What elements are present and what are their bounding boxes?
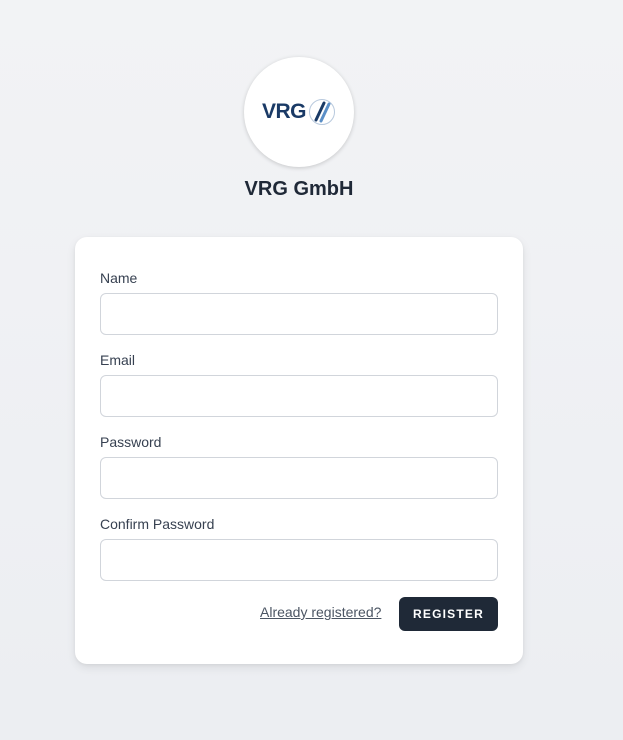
already-registered-link[interactable]: Already registered? bbox=[260, 604, 381, 620]
name-input[interactable] bbox=[100, 293, 498, 335]
email-input[interactable] bbox=[100, 375, 498, 417]
password-input[interactable] bbox=[100, 457, 498, 499]
confirm-password-input[interactable] bbox=[100, 539, 498, 581]
register-form: Name Email Password Confirm Password Alr… bbox=[75, 237, 523, 664]
register-button[interactable]: REGISTER bbox=[399, 597, 498, 631]
name-label: Name bbox=[100, 270, 138, 286]
logo-text: VRG bbox=[261, 100, 307, 123]
confirm-password-label: Confirm Password bbox=[100, 516, 215, 532]
password-label: Password bbox=[100, 434, 162, 450]
company-name: VRG GmbH bbox=[244, 178, 354, 200]
email-label: Email bbox=[100, 352, 136, 368]
company-logo: VRG bbox=[244, 57, 354, 167]
slash-logo-icon bbox=[309, 99, 335, 125]
